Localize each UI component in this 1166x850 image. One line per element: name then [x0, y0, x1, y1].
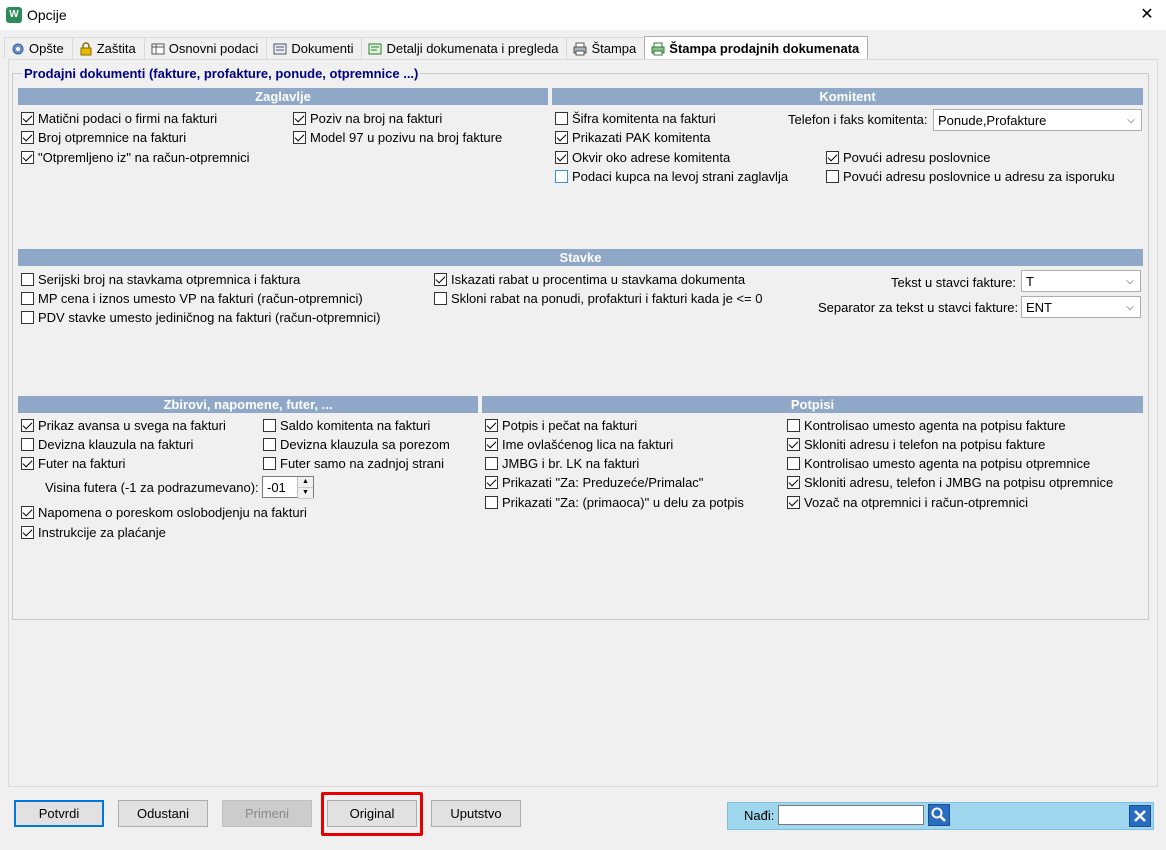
chevron-down-icon: ⌵ [1127, 114, 1135, 126]
tab-stampa-prodajnih-dokumenata[interactable]: Štampa prodajnih dokumenata [644, 36, 869, 59]
checkbox-sifra-komitenta[interactable]: Šifra komitenta na fakturi [555, 110, 716, 126]
details-icon [368, 42, 382, 55]
tab-opste[interactable]: Opšte [4, 37, 73, 59]
checkbox-adresa-isporuke[interactable]: Povući adresu poslovnice u adresu za isp… [826, 168, 1115, 184]
checkbox-instrukcije-placanje[interactable]: Instrukcije za plaćanje [21, 524, 166, 540]
checkbox-napomena-oslobodjenje[interactable]: Napomena o poreskom oslobodjenju na fakt… [21, 504, 307, 520]
footer-height-stepper[interactable]: -01 ▲ ▼ [262, 476, 314, 499]
tab-zastita[interactable]: Zaštita [71, 37, 145, 59]
checkbox-za-primaoca[interactable]: Prikazati "Za: (primaoca)" u delu za pot… [485, 494, 744, 510]
help-button[interactable]: Uputstvo [431, 800, 521, 827]
chevron-down-icon: ⌵ [1126, 275, 1134, 287]
checkbox-broj-otpremnice[interactable]: Broj otpremnice na fakturi [21, 129, 186, 145]
phone-fax-select[interactable]: Ponude,Profakture ⌵ [933, 109, 1142, 131]
find-input[interactable] [778, 805, 924, 825]
document-icon [273, 42, 287, 55]
text-in-item-label: Tekst u stavci fakture: [891, 275, 1016, 290]
stepper-up-icon[interactable]: ▲ [298, 477, 313, 488]
checkbox-povuci-adresu-poslovnice[interactable]: Povući adresu poslovnice [826, 149, 990, 165]
checkbox-poziv-na-broj[interactable]: Poziv na broj na fakturi [293, 110, 442, 126]
checkbox-vozac[interactable]: Vozač na otpremnici i račun-otpremnici [787, 494, 1028, 510]
text-in-item-select[interactable]: T ⌵ [1021, 270, 1141, 292]
checkbox-rabat-procenti[interactable]: Iskazati rabat u procentima u stavkama d… [434, 271, 745, 287]
cancel-button[interactable]: Odustani [118, 800, 208, 827]
checkbox-skloniti-adresu-faktura[interactable]: Skloniti adresu i telefon na potpisu fak… [787, 436, 1045, 452]
checkbox-prikaz-avansa[interactable]: Prikaz avansa u svega na fakturi [21, 417, 226, 433]
checkbox-serijski-broj[interactable]: Serijski broj na stavkama otpremnica i f… [21, 271, 300, 287]
checkbox-za-preduzece[interactable]: Prikazati "Za: Preduzeće/Primalac" [485, 474, 703, 490]
original-button[interactable]: Original [327, 800, 417, 827]
checkbox-futer-zadnja-strana[interactable]: Futer samo na zadnjoj strani [263, 455, 444, 471]
checkbox-devizna-klauzula-porez[interactable]: Devizna klauzula sa porezom [263, 436, 450, 452]
checkbox-kontrolisao-faktura[interactable]: Kontrolisao umesto agenta na potpisu fak… [787, 417, 1066, 433]
checkbox-skloniti-jmbg-otpremnica[interactable]: Skloniti adresu, telefon i JMBG na potpi… [787, 474, 1113, 490]
tab-osnovni-podaci[interactable]: Osnovni podaci [143, 37, 268, 59]
tab-bar: Opšte Zaštita Osnovni podaci Dokumenti D… [4, 36, 869, 59]
checkbox-jmbg-lk[interactable]: JMBG i br. LK na fakturi [485, 455, 639, 471]
gear-icon [11, 42, 25, 55]
checkbox-pdv-stavke[interactable]: PDV stavke umesto jediničnog na fakturi … [21, 309, 380, 325]
tab-stampa[interactable]: Štampa [566, 37, 646, 59]
section-header-zbirovi: Zbirovi, napomene, futer, ... [18, 396, 478, 413]
group-title: Prodajni dokumenti (fakture, profakture,… [22, 66, 421, 81]
section-header-zaglavlje: Zaglavlje [18, 88, 548, 105]
confirm-button[interactable]: Potvrdi [14, 800, 104, 827]
phone-fax-label: Telefon i faks komitenta: [788, 112, 928, 127]
section-header-stavke: Stavke [18, 249, 1143, 266]
checkbox-otpremljeno-iz[interactable]: "Otpremljeno iz" na račun-otpremnici [21, 149, 250, 165]
close-icon[interactable] [1129, 805, 1151, 827]
window-close-icon[interactable]: ✕ [1136, 4, 1158, 26]
apply-button[interactable]: Primeni [222, 800, 312, 827]
separator-label: Separator za tekst u stavci fakture: [818, 300, 1019, 315]
checkbox-potpis-pecat[interactable]: Potpis i pečat na fakturi [485, 417, 637, 433]
checkbox-saldo-komitenta[interactable]: Saldo komitenta na fakturi [263, 417, 430, 433]
window-title: Opcije [27, 7, 67, 23]
stepper-down-icon[interactable]: ▼ [298, 488, 313, 499]
checkbox-okvir-adrese[interactable]: Okvir oko adrese komitenta [555, 149, 730, 165]
table-icon [151, 42, 165, 55]
checkbox-devizna-klauzula[interactable]: Devizna klauzula na fakturi [21, 436, 193, 452]
separator-select[interactable]: ENT ⌵ [1021, 296, 1141, 318]
checkbox-podaci-kupca-levo[interactable]: Podaci kupca na levoj strani zaglavlja [555, 168, 788, 184]
checkbox-pak-komitenta[interactable]: Prikazati PAK komitenta [555, 129, 710, 145]
checkbox-futer-na-fakturi[interactable]: Futer na fakturi [21, 455, 125, 471]
checkbox-skloni-rabat[interactable]: Skloni rabat na ponudi, profakturi i fak… [434, 290, 762, 306]
footer-height-label: Visina futera (-1 za podrazumevano): [45, 480, 259, 495]
printer-icon [573, 42, 587, 56]
checkbox-mp-cena[interactable]: MP cena i iznos umesto VP na fakturi (ra… [21, 290, 363, 306]
section-header-potpisi: Potpisi [482, 396, 1143, 413]
tab-detalji[interactable]: Detalji dokumenata i pregleda [361, 37, 568, 59]
lock-icon [79, 42, 93, 56]
printer-icon [651, 42, 665, 55]
checkbox-model-97[interactable]: Model 97 u pozivu na broj fakture [293, 129, 502, 145]
find-label: Nađi: [744, 808, 775, 823]
section-header-komitent: Komitent [552, 88, 1143, 105]
search-icon[interactable] [928, 804, 950, 826]
checkbox-kontrolisao-otpremnica[interactable]: Kontrolisao umesto agenta na potpisu otp… [787, 455, 1090, 471]
chevron-down-icon: ⌵ [1126, 301, 1134, 313]
app-logo-icon: W [6, 7, 22, 23]
checkbox-maticni-podaci[interactable]: Matični podaci o firmi na fakturi [21, 110, 217, 126]
title-bar [0, 0, 1166, 30]
tab-dokumenti[interactable]: Dokumenti [266, 37, 363, 59]
checkbox-ime-ovlascenog[interactable]: Ime ovlašćenog lica na fakturi [485, 436, 673, 452]
